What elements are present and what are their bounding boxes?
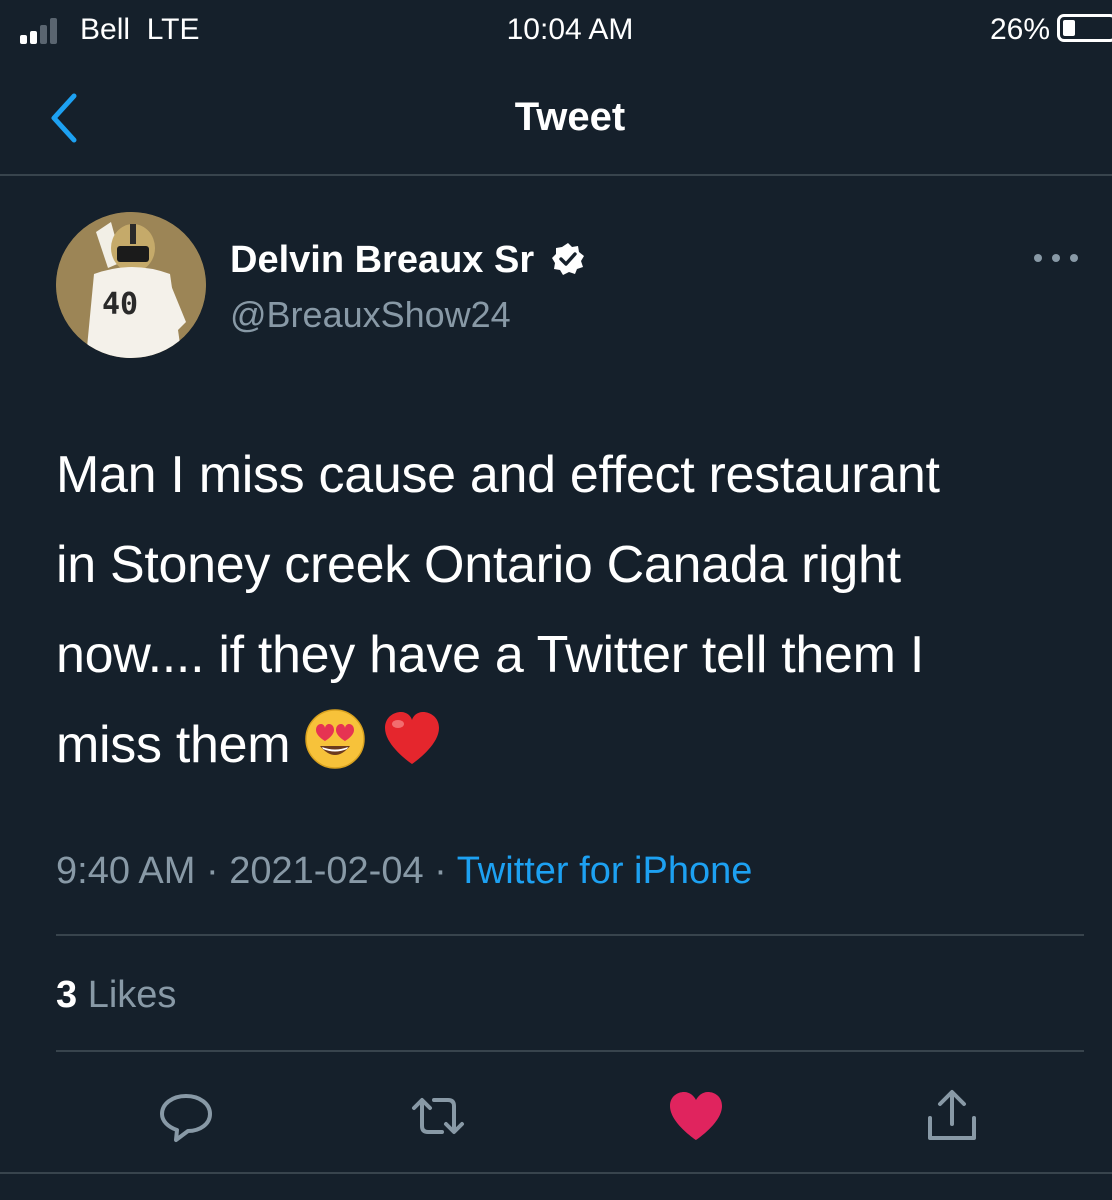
nav-bar: Tweet <box>0 60 1112 176</box>
like-icon <box>670 1092 722 1140</box>
tweet-meta: 9:40 AM · 2021-02-04 · Twitter for iPhon… <box>56 846 752 896</box>
battery-level-fill <box>1063 20 1075 36</box>
avatar[interactable]: 40 <box>56 212 206 358</box>
tweet-source-link[interactable]: Twitter for iPhone <box>457 850 753 892</box>
tweet-text: Man I miss cause and effect restaurant i… <box>56 430 1096 790</box>
likes-stat[interactable]: 3 Likes <box>56 970 176 1020</box>
tweet-time: 9:40 AM <box>56 850 196 892</box>
battery-percent: 26% <box>989 13 1050 46</box>
separator: · <box>434 850 447 892</box>
share-button[interactable] <box>922 1086 982 1146</box>
share-icon <box>928 1090 976 1140</box>
tweet-text-line: now.... if they have a Twitter tell them… <box>56 626 924 684</box>
red-heart-emoji-icon <box>384 712 439 764</box>
reply-icon <box>160 1094 212 1142</box>
likes-label: Likes <box>87 974 177 1016</box>
divider <box>56 934 1084 936</box>
reply-button[interactable] <box>156 1086 216 1146</box>
avatar-image: 40 <box>56 212 206 358</box>
status-bar: Bell LTE 10:04 AM 26% <box>0 0 1112 60</box>
jersey-number: 40 <box>102 287 138 322</box>
likes-count: 3 <box>56 974 78 1016</box>
author-name: Delvin Breaux Sr <box>230 239 535 281</box>
heart-eyes-emoji-icon <box>305 709 366 769</box>
tweet-text-line: in Stoney creek Ontario Canada right <box>56 536 901 594</box>
retweet-icon <box>412 1098 464 1134</box>
retweet-button[interactable] <box>408 1086 468 1146</box>
more-icon <box>1034 254 1078 262</box>
tweet-date: 2021-02-04 <box>229 850 424 892</box>
page-title: Tweet <box>514 95 626 139</box>
tweet-text-line: miss them <box>56 716 291 774</box>
divider <box>56 1050 1084 1052</box>
more-options-button[interactable] <box>1030 246 1082 270</box>
like-button[interactable] <box>666 1086 726 1146</box>
author-name-row[interactable]: Delvin Breaux Sr <box>230 236 585 284</box>
author-handle[interactable]: @BreauxShow24 <box>230 292 511 338</box>
status-time: 10:04 AM <box>506 13 634 46</box>
battery-icon <box>1057 14 1112 42</box>
bottom-divider <box>0 1172 1112 1174</box>
tweet-text-line: Man I miss cause and effect restaurant <box>56 446 940 504</box>
separator: · <box>205 850 219 892</box>
verified-badge-icon <box>551 243 584 275</box>
